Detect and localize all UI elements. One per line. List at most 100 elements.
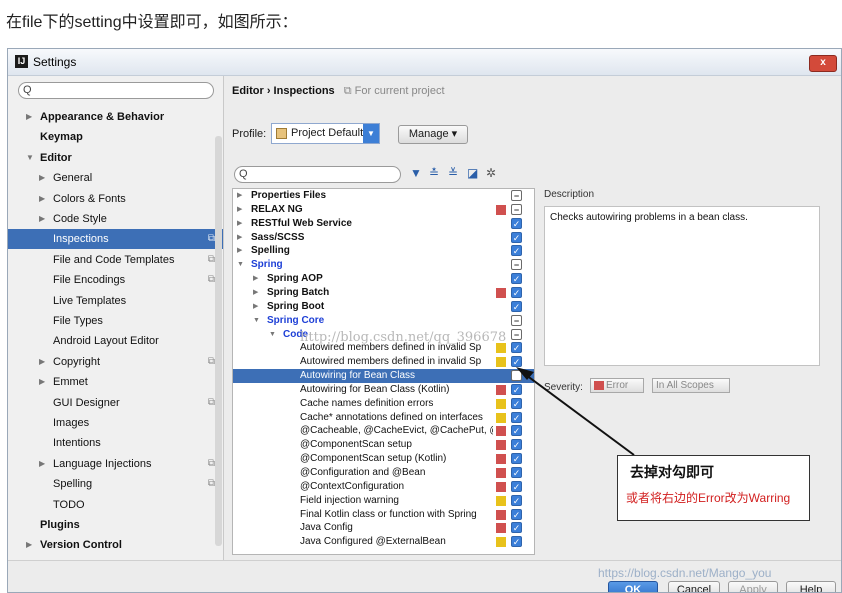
sidebar-item[interactable]: Android Layout Editor — [8, 331, 223, 351]
chevron-down-icon[interactable]: ▼ — [237, 258, 244, 272]
collapse-all-icon[interactable]: ≚ — [448, 166, 458, 180]
inspection-checkbox[interactable]: ✓ — [511, 245, 522, 257]
inspection-filter-input[interactable]: Q — [234, 166, 401, 183]
sidebar-item[interactable]: Plugins — [8, 515, 223, 535]
inspection-checkbox[interactable]: ✓ — [511, 286, 522, 298]
inspection-checkbox[interactable]: ✓ — [511, 480, 522, 492]
eraser-icon[interactable]: ◪ — [467, 166, 478, 180]
inspection-checkbox[interactable]: ✓ — [511, 356, 522, 368]
manage-button[interactable]: Manage ▾ — [398, 125, 468, 144]
expand-all-icon[interactable]: ≛ — [429, 166, 439, 180]
severity-select[interactable]: Error — [590, 378, 644, 393]
inspection-checkbox[interactable]: ✓ — [511, 494, 522, 506]
inspection-row[interactable]: ▶ Spring Boot ✓ — [233, 300, 534, 314]
sidebar-item[interactable]: ▶ Version Control — [8, 535, 223, 555]
inspection-row[interactable]: @Configuration and @Bean ✓ — [233, 466, 534, 480]
sidebar-item[interactable]: ▶ Appearance & Behavior — [8, 107, 223, 127]
inspection-checkbox[interactable]: − — [511, 190, 522, 201]
inspection-row[interactable]: @ComponentScan setup (Kotlin) ✓ — [233, 452, 534, 466]
inspection-row[interactable]: Java Configured @ExternalBean ✓ — [233, 535, 534, 549]
sidebar-item[interactable]: Inspections ⧉ — [8, 229, 223, 250]
inspection-checkbox[interactable]: ✓ — [511, 231, 522, 243]
inspection-checkbox[interactable]: ✓ — [511, 300, 522, 312]
inspection-checkbox[interactable]: ✓ — [511, 383, 522, 395]
inspection-checkbox[interactable] — [511, 370, 522, 382]
chevron-right-icon[interactable]: ▶ — [26, 535, 32, 555]
chevron-down-icon[interactable]: ▼ — [26, 148, 34, 168]
chevron-right-icon[interactable]: ▶ — [39, 352, 45, 372]
sidebar-scrollbar[interactable] — [215, 136, 222, 546]
inspection-checkbox[interactable]: − — [511, 314, 522, 326]
inspection-row[interactable]: @Cacheable, @CacheEvict, @CachePut, @ ✓ — [233, 424, 534, 438]
chevron-right-icon[interactable]: ▶ — [253, 272, 258, 286]
gear-icon[interactable]: ✲ — [486, 166, 496, 180]
inspection-row[interactable]: ▼ Spring − — [233, 258, 534, 272]
chevron-right-icon[interactable]: ▶ — [26, 107, 32, 127]
sidebar-item[interactable]: ▶ Language Injections ⧉ — [8, 454, 223, 474]
sidebar-item[interactable]: ▶ Emmet — [8, 372, 223, 392]
inspection-row[interactable]: ▶ RELAX NG − — [233, 203, 534, 217]
profile-select[interactable]: Project Default ▼ — [271, 123, 380, 144]
chevron-right-icon[interactable]: ▶ — [39, 189, 45, 209]
inspection-row[interactable]: ▶ Spring AOP ✓ — [233, 272, 534, 286]
sidebar-item[interactable]: ▶ Copyright ⧉ — [8, 352, 223, 372]
inspection-checkbox[interactable]: − — [511, 203, 522, 215]
inspection-row[interactable]: ▶ Spelling ✓ — [233, 244, 534, 258]
sidebar-item[interactable]: ▶ Colors & Fonts — [8, 189, 223, 209]
inspection-checkbox[interactable]: ✓ — [511, 411, 522, 423]
sidebar-item[interactable]: File Types — [8, 311, 223, 331]
inspection-checkbox[interactable]: ✓ — [511, 425, 522, 437]
inspection-row[interactable]: Autowired members defined in invalid Sp ✓ — [233, 355, 534, 369]
sidebar-item[interactable]: ▶ General — [8, 168, 223, 188]
chevron-right-icon[interactable]: ▶ — [253, 286, 258, 300]
sidebar-item[interactable]: Live Templates — [8, 291, 223, 311]
inspection-row[interactable]: @ComponentScan setup ✓ — [233, 438, 534, 452]
cancel-button[interactable]: Cancel — [668, 581, 720, 592]
help-button[interactable]: Help — [786, 581, 836, 592]
sidebar-item[interactable]: Spelling ⧉ — [8, 474, 223, 494]
inspection-checkbox[interactable]: ✓ — [511, 217, 522, 229]
chevron-down-icon[interactable]: ▼ — [269, 328, 276, 342]
inspection-row[interactable]: Final Kotlin class or function with Spri… — [233, 508, 534, 522]
inspection-checkbox[interactable]: ✓ — [511, 508, 522, 520]
sidebar-item[interactable]: Keymap — [8, 127, 223, 147]
inspection-checkbox[interactable]: ✓ — [511, 453, 522, 465]
chevron-right-icon[interactable]: ▶ — [237, 244, 242, 258]
sidebar-item[interactable]: ▶ Code Style — [8, 209, 223, 229]
inspection-checkbox[interactable]: ✓ — [511, 522, 522, 534]
chevron-right-icon[interactable]: ▶ — [39, 168, 45, 188]
scope-select[interactable]: In All Scopes — [652, 378, 730, 393]
inspection-row[interactable]: ▶ Sass/SCSS ✓ — [233, 231, 534, 245]
sidebar-item[interactable]: ▼ Editor — [8, 148, 223, 168]
chevron-right-icon[interactable]: ▶ — [237, 231, 242, 245]
close-button[interactable]: x — [809, 55, 837, 72]
sidebar-item[interactable]: TODO — [8, 495, 223, 515]
chevron-right-icon[interactable]: ▶ — [39, 209, 45, 229]
chevron-right-icon[interactable]: ▶ — [39, 454, 45, 474]
inspection-checkbox[interactable]: ✓ — [511, 273, 522, 285]
chevron-right-icon[interactable]: ▶ — [237, 189, 242, 203]
inspection-checkbox[interactable]: ✓ — [511, 536, 522, 548]
inspection-checkbox[interactable]: ✓ — [511, 397, 522, 409]
apply-button[interactable]: Apply — [728, 581, 778, 592]
ok-button[interactable]: OK — [608, 581, 658, 592]
inspection-row[interactable]: Cache names definition errors ✓ — [233, 397, 534, 411]
inspection-row[interactable]: Autowiring for Bean Class — [233, 369, 534, 384]
inspection-row[interactable]: Autowiring for Bean Class (Kotlin) ✓ — [233, 383, 534, 397]
chevron-right-icon[interactable]: ▶ — [237, 203, 242, 217]
chevron-right-icon[interactable]: ▶ — [253, 300, 258, 314]
inspection-row[interactable]: Cache* annotations defined on interfaces… — [233, 411, 534, 425]
filter-icon[interactable]: ▼ — [410, 166, 422, 180]
inspection-row[interactable]: Java Config ✓ — [233, 521, 534, 535]
inspection-row[interactable]: ▼ Spring Core − — [233, 314, 534, 328]
inspection-row[interactable]: @ContextConfiguration ✓ — [233, 480, 534, 494]
sidebar-item[interactable]: Images — [8, 413, 223, 433]
sidebar-item[interactable]: GUI Designer ⧉ — [8, 393, 223, 413]
inspection-row[interactable]: ▶ Spring Batch ✓ — [233, 286, 534, 300]
sidebar-item[interactable]: Intentions — [8, 433, 223, 453]
inspection-checkbox[interactable]: − — [511, 328, 522, 340]
chevron-right-icon[interactable]: ▶ — [237, 217, 242, 231]
chevron-down-icon[interactable]: ▼ — [363, 124, 379, 143]
chevron-down-icon[interactable]: ▼ — [253, 314, 260, 328]
inspection-row[interactable]: ▶ Properties Files − — [233, 189, 534, 203]
